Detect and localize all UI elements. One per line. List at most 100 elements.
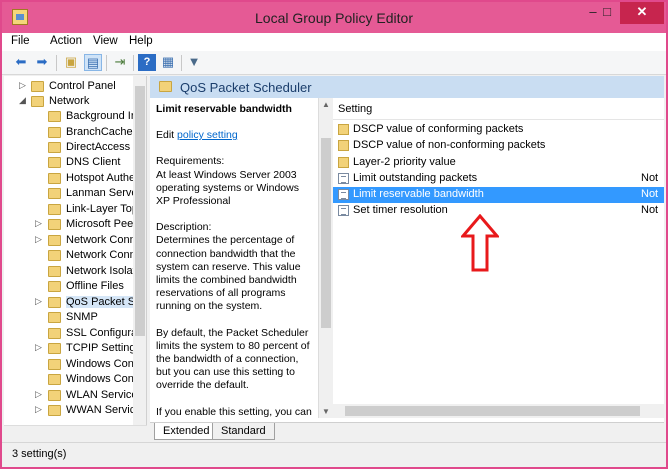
tree-item-label: Windows Con [66,373,134,385]
details-header-title: QoS Packet Scheduler [180,80,312,95]
tree-item-label: Network Isolat [66,265,136,277]
list-horizontal-scrollbar[interactable] [333,404,664,418]
tree-horizontal-scrollbar[interactable] [4,425,147,442]
menu-view[interactable]: View [93,35,118,47]
setting-column-header[interactable]: Setting [333,98,664,120]
scrollbar-thumb[interactable] [135,86,145,336]
menu-file[interactable]: File [11,35,30,47]
tree-item[interactable]: Offline Files [4,280,134,295]
tree-item-label: Background Ir [66,110,135,122]
tree-item[interactable]: Network Isolat [4,265,136,280]
folder-icon [31,96,44,107]
tree-item[interactable]: BranchCache [4,126,134,141]
tree-item[interactable]: ▷ WLAN Service [4,389,138,404]
scrollbar-thumb[interactable] [321,138,331,328]
tree-expander[interactable]: ▷ [35,342,45,353]
view-tabs: Extended Standard [150,422,664,441]
menu-help[interactable]: Help [129,35,153,47]
edit-policy-link[interactable]: policy setting [177,129,238,141]
folder-icon [48,142,61,153]
tree-item-label: Lanman Serve [66,187,138,199]
tree-item-label: Control Panel [49,80,116,92]
policy-setting-icon [338,173,349,184]
tree-item[interactable]: ▷ Microsoft Peer [4,218,137,233]
folder-icon [48,359,61,370]
tree-item[interactable]: Hotspot Authe [4,172,135,187]
tree-item-label: QoS Packet Sc [66,296,141,308]
back-arrow-icon[interactable]: ⬅ [12,54,30,71]
tree-item[interactable]: Windows Con [4,358,134,373]
tree-item[interactable]: ▷ Control Panel [4,80,134,95]
folder-icon [48,390,61,401]
properties-icon[interactable]: ▦ [159,54,177,71]
tree-item[interactable]: Link-Layer Top [4,203,138,218]
list-item-state: Not [641,204,659,216]
tree-expander[interactable]: ▷ [35,296,45,307]
list-item-state: Not [641,188,659,200]
tree-item[interactable]: ◢ Network [4,95,134,110]
tree-item[interactable]: Network Conn [4,249,136,264]
policy-title: Limit reservable bandwidth [156,103,292,115]
tree-expander[interactable]: ▷ [35,218,45,229]
forward-arrow-icon[interactable]: ➡ [33,54,51,71]
menu-action[interactable]: Action [50,35,82,47]
tree-item[interactable]: DNS Client [4,156,134,171]
tree-item[interactable]: ▷ TCPIP Settings [4,342,141,357]
edit-prefix: Edit [156,129,178,142]
folder-icon [338,124,349,135]
folder-icon [338,140,349,151]
requirements-text: At least Windows Server 2003 operating s… [156,168,299,208]
tree-expander[interactable]: ▷ [35,234,45,245]
tree-item[interactable]: DirectAccess C [4,141,141,156]
default-text: By default, the Packet Scheduler limits … [156,326,310,392]
folder-icon [48,405,61,416]
tree-item[interactable]: ▷ Network Conn [4,234,136,249]
details-pane: QoS Packet Scheduler Limit reservable ba… [150,76,664,441]
tree-item[interactable]: SSL Configura [4,327,137,342]
maximize-button[interactable]: □ [594,2,620,24]
description-label: Description: [156,221,212,234]
tree-item-label: Offline Files [66,280,124,292]
tab-standard[interactable]: Standard [212,423,275,440]
up-folder-icon[interactable]: ▣ [62,54,80,71]
tree-item-label: DirectAccess C [66,141,142,153]
tree-item-label: Link-Layer Top [66,203,138,215]
list-item-selected[interactable]: Limit reservable bandwidth Not [333,187,664,203]
tree-item-label: SNMP [66,311,98,323]
list-item-name: DSCP value of conforming packets [353,123,524,135]
help-icon[interactable]: ? [138,54,156,71]
tree-expander[interactable]: ▷ [35,389,45,400]
tree-expander[interactable]: ▷ [19,80,29,91]
tree-item[interactable]: Windows Con [4,373,134,388]
tree-item-selected[interactable]: ▷ QoS Packet Sc [4,296,141,311]
tree-item-label: Network Conn [66,249,136,261]
close-button[interactable]: ✕ [620,2,664,24]
tree-expander[interactable]: ▷ [35,404,45,415]
list-item[interactable]: Layer-2 priority value [333,155,664,171]
tree-item[interactable]: SNMP [4,311,134,326]
tree-expander[interactable]: ◢ [19,95,29,106]
list-item[interactable]: DSCP value of non-conforming packets [333,138,664,154]
tree-item-label: WWAN Service [66,404,142,416]
title-bar[interactable]: Local Group Policy Editor – □ ✕ [2,2,666,33]
tree-item-label: Microsoft Peer [66,218,137,230]
scrollbar-thumb[interactable] [345,406,640,416]
tree-item[interactable]: Background Ir [4,110,134,125]
description-scrollbar[interactable]: ▲ ▼ [319,98,333,418]
folder-icon [48,266,61,277]
tree-item[interactable]: ▷ WWAN Service [4,404,141,419]
filter-icon[interactable]: ▼ [185,54,203,71]
tree-item[interactable]: Lanman Serve [4,187,138,202]
scroll-down-icon[interactable]: ▼ [322,407,330,416]
folder-icon [48,127,61,138]
tree-vertical-scrollbar[interactable] [133,76,146,441]
export-list-icon[interactable]: ⇥ [111,54,129,71]
list-item[interactable]: Limit outstanding packets Not [333,171,664,187]
show-hide-tree-icon[interactable]: ▤ [84,54,102,71]
scroll-up-icon[interactable]: ▲ [322,100,330,109]
tree-item-label: WLAN Service [66,389,138,401]
list-item[interactable]: DSCP value of conforming packets [333,122,664,138]
enable-text: If you enable this setting, you can use … [156,405,312,419]
tab-extended[interactable]: Extended [154,423,219,440]
list-item-name: Limit reservable bandwidth [353,188,484,200]
